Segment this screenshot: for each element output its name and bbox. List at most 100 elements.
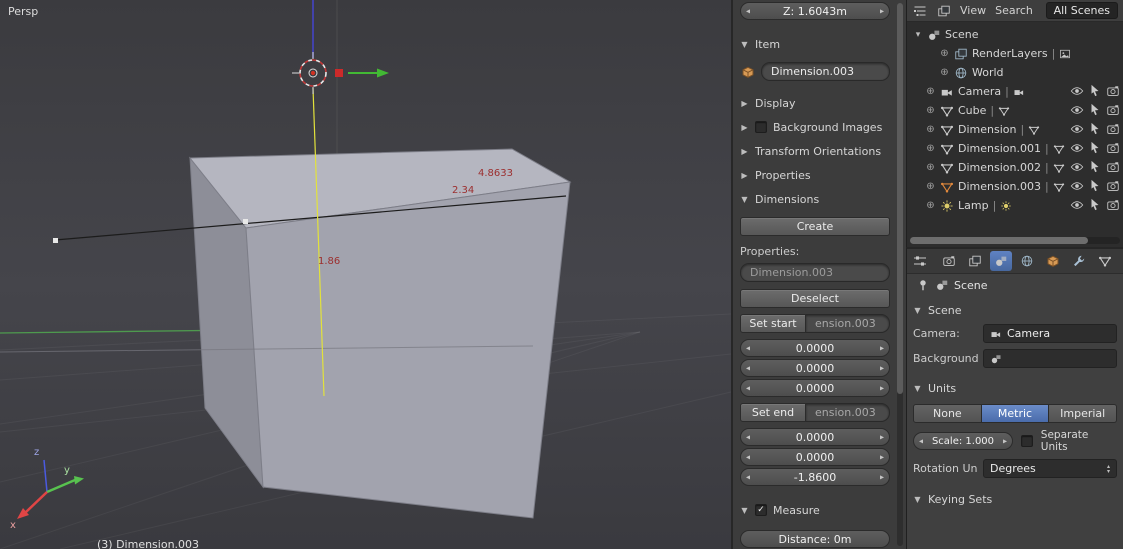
scrollbar-handle[interactable] (897, 3, 903, 394)
set-start-button[interactable]: Set start (740, 314, 806, 333)
dimension-name-field[interactable]: Dimension.003 (740, 263, 890, 282)
tab-scene[interactable] (990, 251, 1012, 271)
pin-icon[interactable] (916, 278, 930, 292)
panel-header-display[interactable]: ▶ Display (740, 95, 890, 111)
unit-none-button[interactable]: None (913, 404, 982, 423)
selectability-pointer-icon[interactable] (1088, 84, 1102, 98)
expand-plus-icon[interactable]: ⊕ (939, 67, 950, 78)
outliner-row-world[interactable]: ⊕ World (907, 63, 1123, 82)
collapsed-triangle-icon[interactable]: ▶ (740, 147, 749, 156)
renderability-camera-icon[interactable] (1106, 179, 1120, 193)
manipulator-y-arrowhead[interactable] (377, 68, 389, 78)
slider-right-arrow-icon[interactable]: ▸ (1003, 437, 1007, 446)
end-z-slider[interactable]: ◂ -1.8600 ▸ (740, 468, 890, 486)
slider-right-arrow-icon[interactable]: ▸ (880, 364, 884, 373)
editor-type-outliner-icon[interactable] (912, 3, 928, 19)
distance-field[interactable]: Distance: 0m (740, 530, 890, 548)
tab-object[interactable] (1042, 251, 1064, 271)
panel-header-item[interactable]: ▼ Item (740, 36, 890, 52)
end-object-field[interactable]: ension.003 (806, 403, 890, 422)
scrollbar-horizontal[interactable] (910, 237, 1120, 244)
manipulator-x-handle[interactable] (335, 69, 343, 77)
slider-right-arrow-icon[interactable]: ▸ (880, 453, 884, 462)
start-x-slider[interactable]: ◂ 0.0000 ▸ (740, 339, 890, 357)
item-name-field[interactable]: Dimension.003 (761, 62, 890, 81)
renderability-camera-icon[interactable] (1106, 122, 1120, 136)
tab-data[interactable] (1094, 251, 1116, 271)
editor-type-properties-icon[interactable] (912, 253, 928, 269)
selectability-pointer-icon[interactable] (1088, 198, 1102, 212)
start-object-field[interactable]: ension.003 (806, 314, 890, 333)
expand-plus-icon[interactable]: ⊕ (939, 48, 950, 59)
tab-render[interactable] (938, 251, 960, 271)
outliner-row-dimension-001[interactable]: ⊕ Dimension.001 | (907, 139, 1123, 158)
outliner-row-dimension-003[interactable]: ⊕ Dimension.003 | (907, 177, 1123, 196)
slider-right-arrow-icon[interactable]: ▸ (880, 384, 884, 393)
tab-modifiers[interactable] (1068, 251, 1090, 271)
panel-header-background-images[interactable]: ▶ Background Images (740, 119, 890, 135)
panel-header-dimensions[interactable]: ▼ Dimensions (740, 191, 890, 207)
translate-manipulator[interactable] (335, 68, 389, 78)
end-y-slider[interactable]: ◂ 0.0000 ▸ (740, 448, 890, 466)
scrollbar-handle[interactable] (910, 237, 1088, 244)
expand-triangle-icon[interactable]: ▼ (740, 506, 749, 515)
selectability-pointer-icon[interactable] (1088, 160, 1102, 174)
slider-left-arrow-icon[interactable]: ◂ (746, 364, 750, 373)
panel-header-measure[interactable]: ▼ ✓ Measure (740, 502, 890, 518)
scene-camera-field[interactable]: Camera (983, 324, 1117, 343)
expand-plus-icon[interactable]: ⊕ (925, 143, 936, 154)
expand-plus-icon[interactable]: ⊕ (925, 181, 936, 192)
slider-right-arrow-icon[interactable]: ▸ (880, 433, 884, 442)
start-z-slider[interactable]: ◂ 0.0000 ▸ (740, 379, 890, 397)
set-end-button[interactable]: Set end (740, 403, 806, 422)
measure-checkbox[interactable]: ✓ (755, 504, 767, 516)
outliner-row-cube[interactable]: ⊕ Cube | (907, 101, 1123, 120)
deselect-button[interactable]: Deselect (740, 289, 890, 308)
expand-plus-icon[interactable]: ⊕ (925, 162, 936, 173)
expand-plus-icon[interactable]: ⊕ (925, 124, 936, 135)
scene-background-field[interactable] (983, 349, 1117, 368)
visibility-eye-icon[interactable] (1070, 198, 1084, 212)
outliner-row-scene[interactable]: ▾ Scene (907, 25, 1123, 44)
outliner-row-camera[interactable]: ⊕ Camera | (907, 82, 1123, 101)
slider-left-arrow-icon[interactable]: ◂ (746, 473, 750, 482)
expand-triangle-icon[interactable]: ▼ (913, 306, 922, 315)
slider-right-arrow-icon[interactable]: ▸ (880, 7, 884, 16)
menu-view[interactable]: View (960, 4, 986, 17)
visibility-eye-icon[interactable] (1070, 179, 1084, 193)
slider-left-arrow-icon[interactable]: ◂ (919, 437, 923, 446)
expand-plus-icon[interactable]: ⊕ (925, 200, 936, 211)
slider-right-arrow-icon[interactable]: ▸ (880, 344, 884, 353)
background-images-checkbox[interactable] (755, 121, 767, 133)
rotation-units-dropdown[interactable]: Degrees ▴ ▾ (983, 459, 1117, 478)
scrollbar-vertical[interactable] (897, 3, 903, 546)
renderability-camera-icon[interactable] (1106, 141, 1120, 155)
panel-header-units[interactable]: ▼ Units (907, 380, 1123, 396)
visibility-eye-icon[interactable] (1070, 122, 1084, 136)
visibility-eye-icon[interactable] (1070, 103, 1084, 117)
start-y-slider[interactable]: ◂ 0.0000 ▸ (740, 359, 890, 377)
panel-header-scene[interactable]: ▼ Scene (907, 302, 1123, 318)
visibility-eye-icon[interactable] (1070, 160, 1084, 174)
end-x-slider[interactable]: ◂ 0.0000 ▸ (740, 428, 890, 446)
slider-left-arrow-icon[interactable]: ◂ (746, 384, 750, 393)
expand-plus-icon[interactable]: ⊕ (925, 86, 936, 97)
collapsed-triangle-icon[interactable]: ▶ (740, 171, 749, 180)
renderability-camera-icon[interactable] (1106, 84, 1120, 98)
3d-cursor[interactable] (292, 52, 327, 94)
unit-scale-slider[interactable]: ◂ Scale: 1.000 ▸ (913, 432, 1013, 450)
expand-icon[interactable]: ▾ (913, 30, 923, 40)
unit-metric-button[interactable]: Metric (981, 404, 1050, 423)
renderability-camera-icon[interactable] (1106, 198, 1120, 212)
slider-left-arrow-icon[interactable]: ◂ (746, 344, 750, 353)
tab-render-layers[interactable] (964, 251, 986, 271)
unit-imperial-button[interactable]: Imperial (1049, 404, 1118, 423)
display-mode-icon[interactable] (937, 4, 951, 18)
3d-viewport[interactable]: 4.8633 2.34 1.86 z y x Persp (3) Dimensi… (0, 0, 731, 549)
slider-left-arrow-icon[interactable]: ◂ (746, 453, 750, 462)
expand-triangle-icon[interactable]: ▼ (913, 384, 922, 393)
panel-header-properties[interactable]: ▶ Properties (740, 167, 890, 183)
collapsed-triangle-icon[interactable]: ▶ (740, 99, 749, 108)
outliner-row-lamp[interactable]: ⊕ Lamp | (907, 196, 1123, 215)
selectability-pointer-icon[interactable] (1088, 122, 1102, 136)
